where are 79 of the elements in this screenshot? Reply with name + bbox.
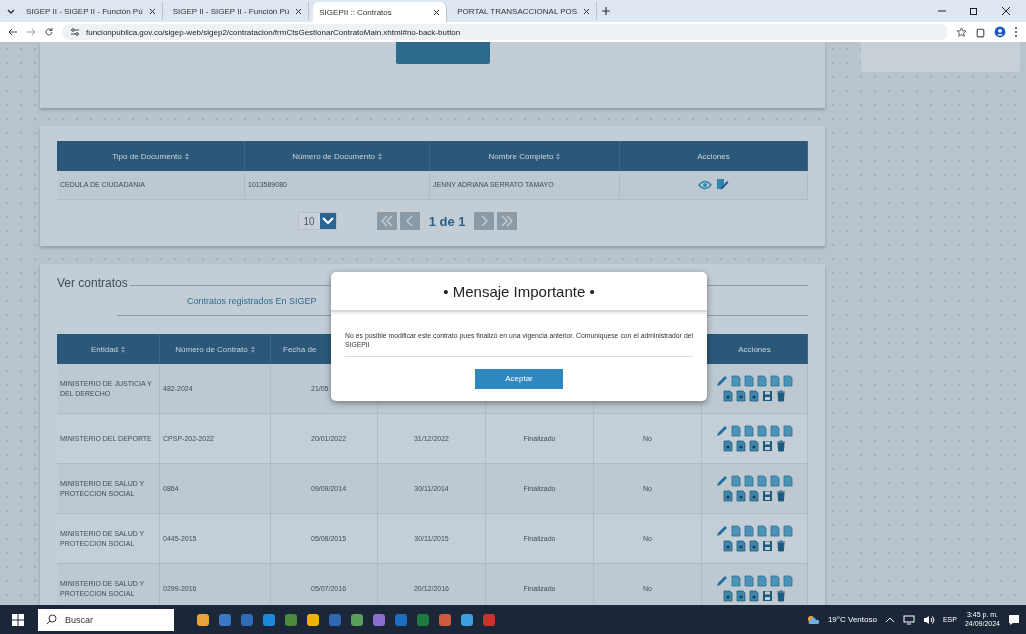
forward-icon[interactable] xyxy=(26,27,36,37)
weather-icon xyxy=(805,613,820,626)
page-size-select[interactable]: 10 xyxy=(297,212,337,230)
sort-icon[interactable] xyxy=(556,152,561,160)
trash-icon[interactable] xyxy=(776,490,786,502)
sort-icon[interactable] xyxy=(250,345,255,353)
document-icon[interactable] xyxy=(736,540,746,552)
taskbar-app-icon[interactable] xyxy=(460,612,474,627)
save-icon[interactable] xyxy=(762,440,773,452)
accept-button[interactable]: Aceptar xyxy=(475,368,563,389)
address-field[interactable]: funcionpublica.gov.co/sigep-web/sigep2/contratacion/frmCtsGestionarContratoMain.xhtml#no-back-button xyxy=(62,24,948,40)
document-icon[interactable] xyxy=(749,490,759,502)
taskbar-app-icon[interactable] xyxy=(196,612,210,627)
document-icon[interactable] xyxy=(723,540,733,552)
browser-tab[interactable]: SIGEPII :: Contratos xyxy=(313,2,448,22)
taskbar-app-icon[interactable] xyxy=(262,612,276,627)
document-icon[interactable] xyxy=(723,390,733,402)
browser-tab[interactable]: SIGEP II - SIGEP II - Función Pú xyxy=(166,2,310,20)
taskbar-app-icon[interactable] xyxy=(350,612,364,627)
section-legend: Ver contratos xyxy=(57,276,128,290)
document-icon[interactable] xyxy=(736,490,746,502)
extensions-icon[interactable] xyxy=(975,26,986,38)
document-icon[interactable] xyxy=(723,440,733,452)
edit-pencil-icon[interactable] xyxy=(716,575,728,587)
save-icon[interactable] xyxy=(762,590,773,602)
save-icon[interactable] xyxy=(762,490,773,502)
edit-document-icon[interactable] xyxy=(716,178,729,192)
back-icon[interactable] xyxy=(8,27,18,37)
taskbar-app-icon[interactable] xyxy=(438,612,452,627)
edit-pencil-icon[interactable] xyxy=(716,375,728,387)
sort-icon[interactable] xyxy=(377,152,382,160)
search-icon xyxy=(46,614,57,625)
taskbar-app-icon[interactable] xyxy=(306,612,320,627)
browser-tab[interactable]: SIGEP II - SIGEP II - Función Pú xyxy=(20,2,163,20)
tab-close-icon[interactable] xyxy=(148,7,156,15)
notification-icon[interactable] xyxy=(1008,613,1020,626)
save-icon[interactable] xyxy=(762,540,773,552)
save-icon[interactable] xyxy=(762,390,773,402)
speaker-icon[interactable] xyxy=(922,614,935,625)
profile-icon[interactable] xyxy=(994,26,1006,38)
document-icon[interactable] xyxy=(749,440,759,452)
reload-icon[interactable] xyxy=(44,27,54,37)
document-icon[interactable] xyxy=(736,390,746,402)
weather-text[interactable]: 19°C Ventoso xyxy=(827,615,877,624)
edit-pencil-icon[interactable] xyxy=(716,525,728,537)
tab-close-icon[interactable] xyxy=(583,7,591,15)
menu-icon[interactable] xyxy=(1014,26,1018,38)
chevron-up-icon[interactable] xyxy=(884,615,895,624)
network-icon[interactable] xyxy=(902,614,915,625)
trash-icon[interactable] xyxy=(776,540,786,552)
tab-close-icon[interactable] xyxy=(295,7,303,15)
taskbar-app-icon[interactable] xyxy=(284,612,298,627)
document-icon[interactable] xyxy=(723,590,733,602)
bookmark-star-icon[interactable] xyxy=(956,26,967,38)
section-subtitle: Contratos registrados En SIGEP xyxy=(186,296,318,306)
edit-pencil-icon[interactable] xyxy=(716,475,728,487)
document-icon[interactable] xyxy=(723,490,733,502)
taskbar-search-field[interactable]: Buscar xyxy=(38,608,174,631)
document-icon[interactable] xyxy=(736,590,746,602)
page-indicator: 1 de 1 xyxy=(427,213,467,229)
site-settings-icon[interactable] xyxy=(70,27,80,37)
tab-close-icon[interactable] xyxy=(433,8,441,16)
sort-icon[interactable] xyxy=(121,345,126,353)
taskbar-app-icon[interactable] xyxy=(218,612,232,627)
browser-tab[interactable]: PORTAL TRANSACCIONAL POS xyxy=(451,2,598,20)
dialog-title: • Mensaje Importante • xyxy=(331,272,707,312)
dropdown-caret-icon xyxy=(321,217,334,225)
edit-pencil-icon[interactable] xyxy=(716,425,728,437)
trash-icon[interactable] xyxy=(776,440,786,452)
sort-icon[interactable] xyxy=(184,152,189,160)
trash-icon[interactable] xyxy=(776,390,786,402)
trash-icon[interactable] xyxy=(776,590,786,602)
document-icon[interactable] xyxy=(749,390,759,402)
view-eye-icon[interactable] xyxy=(698,180,712,190)
new-tab-icon[interactable] xyxy=(601,6,612,16)
taskbar-app-icon[interactable] xyxy=(372,612,386,627)
document-icon[interactable] xyxy=(736,440,746,452)
document-icon[interactable] xyxy=(749,540,759,552)
document-icon[interactable] xyxy=(749,590,759,602)
